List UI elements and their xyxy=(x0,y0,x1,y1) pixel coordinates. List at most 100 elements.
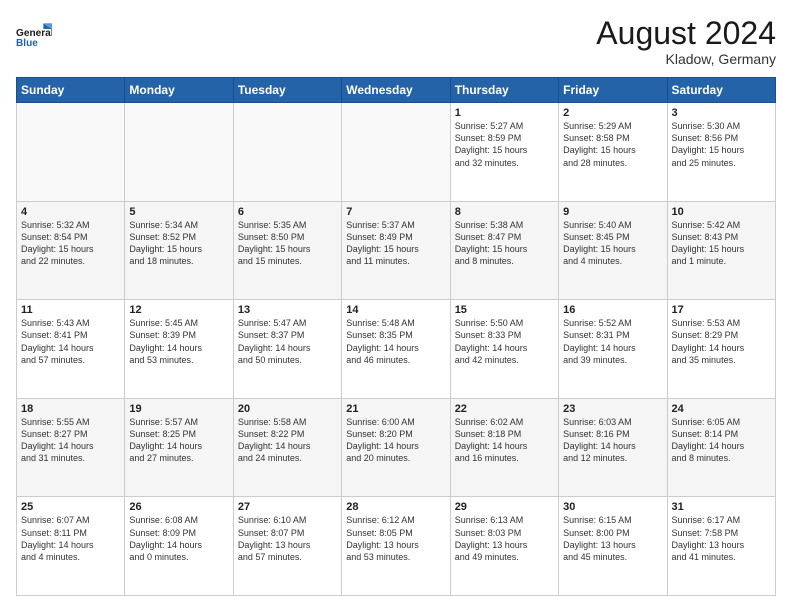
header-friday: Friday xyxy=(559,78,667,103)
day-number: 3 xyxy=(672,107,771,119)
calendar-cell-r2-c5: 16Sunrise: 5:52 AM Sunset: 8:31 PM Dayli… xyxy=(559,300,667,399)
day-info: Sunrise: 5:42 AM Sunset: 8:43 PM Dayligh… xyxy=(672,219,771,268)
day-info: Sunrise: 5:55 AM Sunset: 8:27 PM Dayligh… xyxy=(21,416,120,465)
calendar-cell-r3-c5: 23Sunrise: 6:03 AM Sunset: 8:16 PM Dayli… xyxy=(559,398,667,497)
day-number: 16 xyxy=(563,304,662,316)
calendar-cell-r1-c0: 4Sunrise: 5:32 AM Sunset: 8:54 PM Daylig… xyxy=(17,201,125,300)
day-info: Sunrise: 6:10 AM Sunset: 8:07 PM Dayligh… xyxy=(238,514,337,563)
month-title: August 2024 xyxy=(596,16,776,51)
day-number: 30 xyxy=(563,501,662,513)
day-info: Sunrise: 5:40 AM Sunset: 8:45 PM Dayligh… xyxy=(563,219,662,268)
calendar-cell-r1-c6: 10Sunrise: 5:42 AM Sunset: 8:43 PM Dayli… xyxy=(667,201,775,300)
day-number: 18 xyxy=(21,403,120,415)
header-tuesday: Tuesday xyxy=(233,78,341,103)
day-info: Sunrise: 5:52 AM Sunset: 8:31 PM Dayligh… xyxy=(563,317,662,366)
calendar-cell-r0-c2 xyxy=(233,103,341,202)
day-number: 12 xyxy=(129,304,228,316)
day-info: Sunrise: 5:57 AM Sunset: 8:25 PM Dayligh… xyxy=(129,416,228,465)
calendar-cell-r0-c5: 2Sunrise: 5:29 AM Sunset: 8:58 PM Daylig… xyxy=(559,103,667,202)
day-number: 29 xyxy=(455,501,554,513)
calendar-cell-r2-c6: 17Sunrise: 5:53 AM Sunset: 8:29 PM Dayli… xyxy=(667,300,775,399)
calendar-cell-r0-c6: 3Sunrise: 5:30 AM Sunset: 8:56 PM Daylig… xyxy=(667,103,775,202)
location: Kladow, Germany xyxy=(596,51,776,67)
day-number: 13 xyxy=(238,304,337,316)
day-info: Sunrise: 6:17 AM Sunset: 7:58 PM Dayligh… xyxy=(672,514,771,563)
calendar-cell-r4-c0: 25Sunrise: 6:07 AM Sunset: 8:11 PM Dayli… xyxy=(17,497,125,596)
day-number: 2 xyxy=(563,107,662,119)
day-number: 4 xyxy=(21,206,120,218)
calendar-cell-r0-c3 xyxy=(342,103,450,202)
day-number: 28 xyxy=(346,501,445,513)
day-number: 5 xyxy=(129,206,228,218)
day-info: Sunrise: 6:02 AM Sunset: 8:18 PM Dayligh… xyxy=(455,416,554,465)
calendar-header-row: Sunday Monday Tuesday Wednesday Thursday… xyxy=(17,78,776,103)
calendar-cell-r4-c5: 30Sunrise: 6:15 AM Sunset: 8:00 PM Dayli… xyxy=(559,497,667,596)
calendar-cell-r4-c6: 31Sunrise: 6:17 AM Sunset: 7:58 PM Dayli… xyxy=(667,497,775,596)
day-number: 11 xyxy=(21,304,120,316)
day-info: Sunrise: 6:12 AM Sunset: 8:05 PM Dayligh… xyxy=(346,514,445,563)
header-monday: Monday xyxy=(125,78,233,103)
calendar-cell-r0-c0 xyxy=(17,103,125,202)
day-info: Sunrise: 5:35 AM Sunset: 8:50 PM Dayligh… xyxy=(238,219,337,268)
day-number: 20 xyxy=(238,403,337,415)
calendar-cell-r1-c4: 8Sunrise: 5:38 AM Sunset: 8:47 PM Daylig… xyxy=(450,201,558,300)
calendar-cell-r0-c4: 1Sunrise: 5:27 AM Sunset: 8:59 PM Daylig… xyxy=(450,103,558,202)
day-info: Sunrise: 5:58 AM Sunset: 8:22 PM Dayligh… xyxy=(238,416,337,465)
calendar-row-3: 18Sunrise: 5:55 AM Sunset: 8:27 PM Dayli… xyxy=(17,398,776,497)
calendar-row-2: 11Sunrise: 5:43 AM Sunset: 8:41 PM Dayli… xyxy=(17,300,776,399)
calendar-cell-r2-c3: 14Sunrise: 5:48 AM Sunset: 8:35 PM Dayli… xyxy=(342,300,450,399)
day-info: Sunrise: 5:29 AM Sunset: 8:58 PM Dayligh… xyxy=(563,120,662,169)
day-number: 27 xyxy=(238,501,337,513)
day-info: Sunrise: 6:13 AM Sunset: 8:03 PM Dayligh… xyxy=(455,514,554,563)
header-sunday: Sunday xyxy=(17,78,125,103)
calendar-cell-r4-c4: 29Sunrise: 6:13 AM Sunset: 8:03 PM Dayli… xyxy=(450,497,558,596)
day-number: 26 xyxy=(129,501,228,513)
day-info: Sunrise: 5:37 AM Sunset: 8:49 PM Dayligh… xyxy=(346,219,445,268)
calendar-cell-r3-c6: 24Sunrise: 6:05 AM Sunset: 8:14 PM Dayli… xyxy=(667,398,775,497)
calendar-cell-r3-c4: 22Sunrise: 6:02 AM Sunset: 8:18 PM Dayli… xyxy=(450,398,558,497)
header-thursday: Thursday xyxy=(450,78,558,103)
day-number: 22 xyxy=(455,403,554,415)
header-saturday: Saturday xyxy=(667,78,775,103)
calendar-cell-r2-c2: 13Sunrise: 5:47 AM Sunset: 8:37 PM Dayli… xyxy=(233,300,341,399)
calendar-cell-r3-c0: 18Sunrise: 5:55 AM Sunset: 8:27 PM Dayli… xyxy=(17,398,125,497)
calendar-cell-r3-c3: 21Sunrise: 6:00 AM Sunset: 8:20 PM Dayli… xyxy=(342,398,450,497)
day-info: Sunrise: 5:38 AM Sunset: 8:47 PM Dayligh… xyxy=(455,219,554,268)
day-info: Sunrise: 5:32 AM Sunset: 8:54 PM Dayligh… xyxy=(21,219,120,268)
day-info: Sunrise: 5:30 AM Sunset: 8:56 PM Dayligh… xyxy=(672,120,771,169)
day-number: 1 xyxy=(455,107,554,119)
calendar-row-4: 25Sunrise: 6:07 AM Sunset: 8:11 PM Dayli… xyxy=(17,497,776,596)
calendar-cell-r4-c3: 28Sunrise: 6:12 AM Sunset: 8:05 PM Dayli… xyxy=(342,497,450,596)
calendar-cell-r1-c5: 9Sunrise: 5:40 AM Sunset: 8:45 PM Daylig… xyxy=(559,201,667,300)
calendar-cell-r2-c0: 11Sunrise: 5:43 AM Sunset: 8:41 PM Dayli… xyxy=(17,300,125,399)
calendar-row-1: 4Sunrise: 5:32 AM Sunset: 8:54 PM Daylig… xyxy=(17,201,776,300)
day-info: Sunrise: 6:15 AM Sunset: 8:00 PM Dayligh… xyxy=(563,514,662,563)
title-block: August 2024 Kladow, Germany xyxy=(596,16,776,67)
day-number: 10 xyxy=(672,206,771,218)
day-info: Sunrise: 6:00 AM Sunset: 8:20 PM Dayligh… xyxy=(346,416,445,465)
logo: General Blue xyxy=(16,16,52,52)
day-number: 7 xyxy=(346,206,445,218)
day-info: Sunrise: 6:08 AM Sunset: 8:09 PM Dayligh… xyxy=(129,514,228,563)
calendar-row-0: 1Sunrise: 5:27 AM Sunset: 8:59 PM Daylig… xyxy=(17,103,776,202)
day-info: Sunrise: 5:45 AM Sunset: 8:39 PM Dayligh… xyxy=(129,317,228,366)
calendar-cell-r1-c3: 7Sunrise: 5:37 AM Sunset: 8:49 PM Daylig… xyxy=(342,201,450,300)
day-number: 17 xyxy=(672,304,771,316)
day-number: 24 xyxy=(672,403,771,415)
calendar-cell-r1-c2: 6Sunrise: 5:35 AM Sunset: 8:50 PM Daylig… xyxy=(233,201,341,300)
day-info: Sunrise: 5:34 AM Sunset: 8:52 PM Dayligh… xyxy=(129,219,228,268)
calendar: Sunday Monday Tuesday Wednesday Thursday… xyxy=(16,77,776,596)
day-number: 9 xyxy=(563,206,662,218)
day-number: 6 xyxy=(238,206,337,218)
day-number: 21 xyxy=(346,403,445,415)
day-info: Sunrise: 5:27 AM Sunset: 8:59 PM Dayligh… xyxy=(455,120,554,169)
calendar-cell-r4-c1: 26Sunrise: 6:08 AM Sunset: 8:09 PM Dayli… xyxy=(125,497,233,596)
logo-icon: General Blue xyxy=(16,16,52,52)
day-info: Sunrise: 6:05 AM Sunset: 8:14 PM Dayligh… xyxy=(672,416,771,465)
day-number: 19 xyxy=(129,403,228,415)
page: General Blue August 2024 Kladow, Germany… xyxy=(0,0,792,612)
header: General Blue August 2024 Kladow, Germany xyxy=(16,16,776,67)
day-number: 15 xyxy=(455,304,554,316)
day-info: Sunrise: 5:43 AM Sunset: 8:41 PM Dayligh… xyxy=(21,317,120,366)
svg-text:General: General xyxy=(16,28,52,39)
